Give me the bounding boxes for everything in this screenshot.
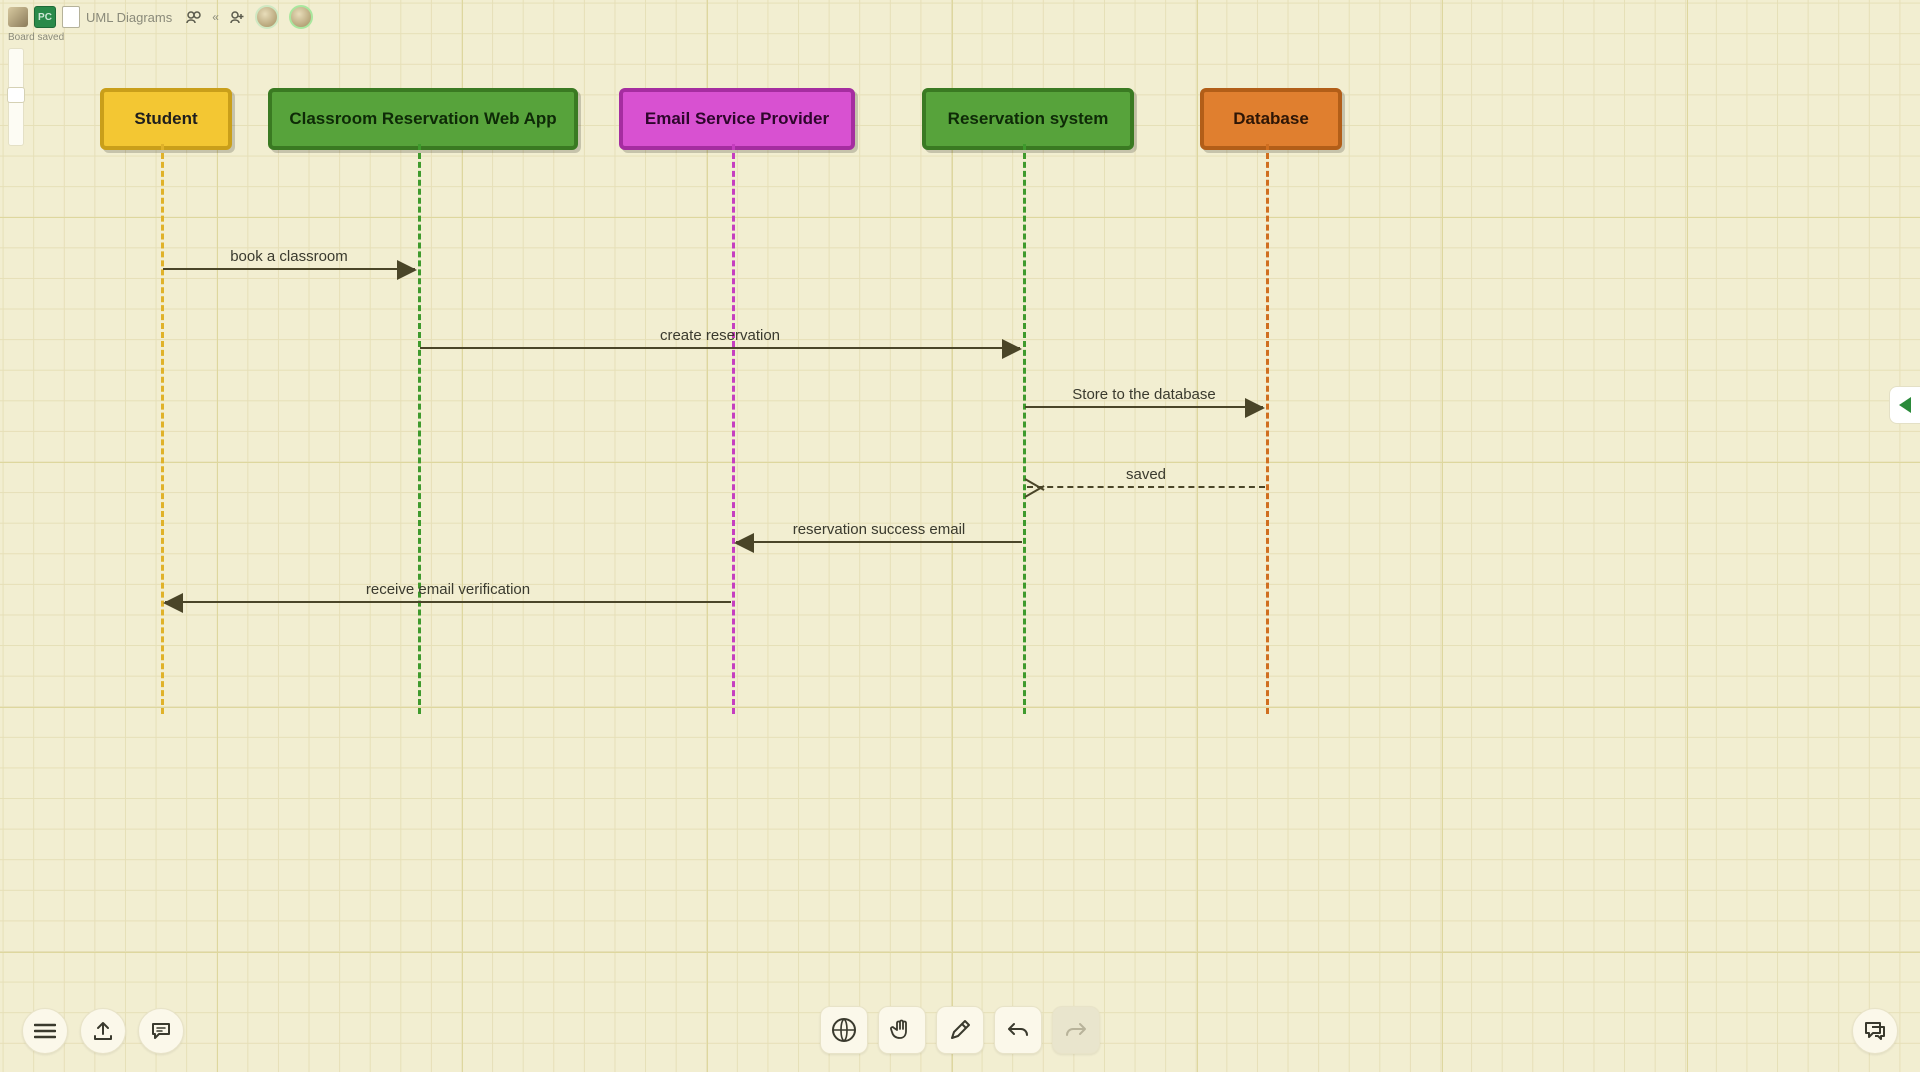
board-title[interactable]: UML Diagrams: [86, 10, 172, 25]
export-icon: [92, 1021, 114, 1041]
zoom-slider[interactable]: [8, 48, 24, 146]
message-book-classroom[interactable]: book a classroom: [163, 268, 415, 270]
message-label: create reservation: [420, 327, 1020, 344]
document-icon[interactable]: [62, 6, 80, 28]
message-label: saved: [1027, 466, 1265, 483]
lifeline-label: Student: [134, 109, 197, 129]
top-bar: PC UML Diagrams «: [8, 6, 1912, 28]
lifeline-student[interactable]: Student: [100, 88, 232, 150]
lifeline-label: Classroom Reservation Web App: [289, 109, 556, 129]
comment-icon: [150, 1021, 172, 1041]
arrow-head-left-icon: [163, 593, 183, 613]
message-receive-verification[interactable]: receive email verification: [165, 601, 731, 603]
arrow-head-right-icon: [1002, 339, 1022, 359]
message-create-reservation[interactable]: create reservation: [420, 347, 1020, 349]
undo-button[interactable]: [994, 1006, 1042, 1054]
chat-button[interactable]: [1852, 1008, 1898, 1054]
hand-button[interactable]: [878, 1006, 926, 1054]
globe-icon: [831, 1017, 857, 1043]
side-panel-toggle[interactable]: [1889, 386, 1920, 424]
presence-avatar-1[interactable]: [255, 5, 279, 29]
message-saved[interactable]: saved: [1027, 486, 1265, 488]
message-label: book a classroom: [163, 248, 415, 265]
menu-button[interactable]: [22, 1008, 68, 1054]
pencil-icon: [947, 1017, 973, 1043]
redo-button[interactable]: [1052, 1006, 1100, 1054]
export-button[interactable]: [80, 1008, 126, 1054]
bottom-center-tools: [820, 1006, 1100, 1054]
pencil-button[interactable]: [936, 1006, 984, 1054]
lifeline-webapp[interactable]: Classroom Reservation Web App: [268, 88, 578, 150]
globe-button[interactable]: [820, 1006, 868, 1054]
group-icon[interactable]: [186, 10, 202, 24]
presence-avatar-2[interactable]: [289, 5, 313, 29]
message-success-email[interactable]: reservation success email: [736, 541, 1022, 543]
add-user-icon[interactable]: [229, 10, 245, 24]
message-label: receive email verification: [165, 581, 731, 598]
lifeline-reservation-system[interactable]: Reservation system: [922, 88, 1134, 150]
lifeline-line-database: [1266, 144, 1269, 714]
lifeline-email-provider[interactable]: Email Service Provider: [619, 88, 855, 150]
chat-icon: [1863, 1020, 1887, 1042]
lifeline-line-reservation: [1023, 144, 1026, 714]
hand-icon: [889, 1017, 915, 1043]
lifeline-label: Database: [1233, 109, 1309, 129]
lifeline-database[interactable]: Database: [1200, 88, 1342, 150]
save-status: Board saved: [8, 32, 64, 43]
arrow-head-left-icon: [734, 533, 754, 553]
redo-icon: [1063, 1017, 1089, 1043]
comment-button[interactable]: [138, 1008, 184, 1054]
message-store-database[interactable]: Store to the database: [1025, 406, 1263, 408]
lifeline-label: Reservation system: [948, 109, 1109, 129]
user-avatar-1[interactable]: [8, 7, 28, 27]
undo-icon: [1005, 1017, 1031, 1043]
message-label: Store to the database: [1025, 386, 1263, 403]
menu-icon: [34, 1023, 56, 1039]
lifeline-label: Email Service Provider: [645, 109, 829, 129]
arrow-head-open-left-icon: [1025, 478, 1045, 498]
message-label: reservation success email: [736, 521, 1022, 538]
zoom-knob[interactable]: [7, 87, 25, 103]
lifeline-line-webapp: [418, 144, 421, 714]
user-avatar-initials[interactable]: PC: [34, 6, 56, 28]
chevron-left-icon[interactable]: «: [212, 10, 219, 24]
lifeline-line-email: [732, 144, 735, 714]
bottom-left-tools: [22, 1008, 184, 1054]
arrow-head-right-icon: [1245, 398, 1265, 418]
triangle-left-icon: [1899, 397, 1911, 413]
lifeline-line-student: [161, 144, 164, 714]
arrow-head-right-icon: [397, 260, 417, 280]
